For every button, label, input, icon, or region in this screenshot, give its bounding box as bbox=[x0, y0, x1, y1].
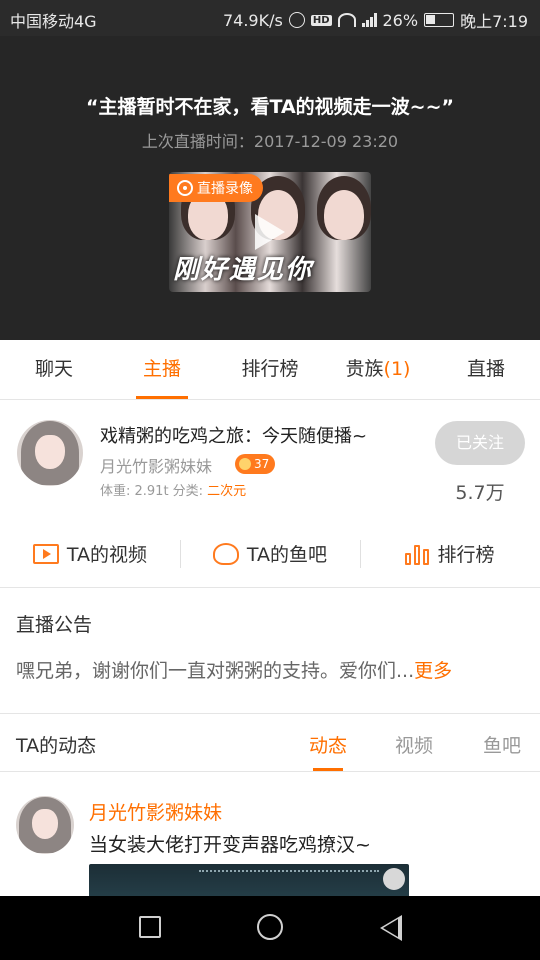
ta-fishbar-link[interactable]: TA的鱼吧 bbox=[180, 520, 360, 587]
post-avatar[interactable] bbox=[16, 796, 74, 854]
level-icon bbox=[239, 458, 251, 470]
net-speed: 74.9K/s bbox=[222, 10, 283, 30]
tab-label: 聊天 bbox=[34, 358, 73, 380]
home-button[interactable] bbox=[257, 914, 283, 940]
battery-icon bbox=[424, 13, 455, 27]
battery-percent: 26% bbox=[382, 10, 419, 30]
tab-anchor[interactable]: 主播 bbox=[108, 340, 216, 399]
battery-fill bbox=[426, 15, 434, 24]
more-link[interactable]: 更多 bbox=[414, 660, 452, 682]
level-value: 37 bbox=[254, 457, 270, 471]
announcement-text-row: 嘿兄弟，谢谢你们一直对粥粥的支持。爱你们...更多 bbox=[16, 656, 452, 683]
offline-hero: “主播暂时不在家，看TA的视频走一波~~” 上次直播时间：2017-12-09 … bbox=[0, 36, 540, 340]
alarm-icon bbox=[288, 12, 305, 28]
thumb-cam-overlay bbox=[383, 868, 405, 890]
bar-chart-icon bbox=[405, 543, 430, 565]
film-reel-icon bbox=[177, 180, 193, 196]
live-replay-label: 直播录像 bbox=[197, 181, 253, 197]
status-icons: 74.9K/s HD 26% 晚上7:19 bbox=[223, 8, 528, 32]
thumb-decoration bbox=[199, 870, 379, 872]
dynamics-post[interactable]: 月光竹影粥妹妹 当女装大佬打开变声器吃鸡撩汉~ bbox=[0, 772, 540, 896]
tab-label: 贵族 bbox=[345, 358, 384, 380]
video-thumb-face bbox=[324, 190, 364, 240]
post-video-thumbnail[interactable] bbox=[89, 864, 409, 896]
announcement-text: 嘿兄弟，谢谢你们一直对粥粥的支持。爱你们... bbox=[16, 660, 415, 682]
tab-label: 主播 bbox=[142, 358, 181, 380]
live-replay-tag: 直播录像 bbox=[169, 174, 263, 202]
tab-live[interactable]: 直播 bbox=[432, 340, 540, 399]
anchor-name[interactable]: 月光竹影粥妹妹 bbox=[100, 453, 212, 477]
post-author[interactable]: 月光竹影粥妹妹 bbox=[89, 798, 222, 825]
quick-links: TA的视频 TA的鱼吧 排行榜 bbox=[0, 520, 540, 588]
tab-videos[interactable]: 视频 bbox=[395, 731, 433, 758]
play-icon[interactable] bbox=[255, 214, 285, 250]
back-button[interactable] bbox=[380, 915, 402, 941]
signal-icon bbox=[361, 13, 377, 27]
avatar-face bbox=[32, 808, 58, 839]
weight-label: 体重: 2.91t 分类: bbox=[100, 484, 204, 499]
tab-dynamics[interactable]: 动态 bbox=[309, 731, 347, 771]
room-title: 戏精粥的吃鸡之旅：今天随便播~ bbox=[100, 426, 368, 447]
clock: 晚上7:19 bbox=[460, 12, 528, 31]
ta-fishbar-label: TA的鱼吧 bbox=[246, 544, 328, 566]
ranking-link[interactable]: 排行榜 bbox=[360, 520, 540, 587]
room-tabs: 聊天 主播 排行榜 贵族(1) 直播 bbox=[0, 340, 540, 400]
avatar[interactable] bbox=[17, 420, 83, 486]
tab-ranking[interactable]: 排行榜 bbox=[216, 340, 324, 399]
wifi-icon bbox=[337, 13, 356, 27]
dynamics-title: TA的动态 bbox=[16, 735, 97, 757]
system-nav-bar bbox=[0, 896, 540, 960]
replay-video-card[interactable]: 刚好遇见你 直播录像 bbox=[169, 172, 371, 292]
avatar-face bbox=[35, 434, 65, 469]
offline-message: “主播暂时不在家，看TA的视频走一波~~” bbox=[85, 96, 454, 118]
tab-chat[interactable]: 聊天 bbox=[0, 340, 108, 399]
tab-nobility[interactable]: 贵族(1) bbox=[324, 340, 432, 399]
anchor-info: 戏精粥的吃鸡之旅：今天随便播~ 月光竹影粥妹妹 37 体重: 2.91t 分类:… bbox=[0, 400, 540, 520]
live-announcement: 直播公告 嘿兄弟，谢谢你们一直对粥粥的支持。爱你们...更多 bbox=[0, 588, 540, 714]
dynamics-header: TA的动态 动态 视频 鱼吧 bbox=[0, 714, 540, 772]
category-link[interactable]: 二次元 bbox=[207, 484, 246, 499]
nobility-count: (1) bbox=[383, 358, 411, 380]
tab-label: 直播 bbox=[466, 358, 505, 380]
carrier-label: 中国移动4G bbox=[10, 12, 97, 31]
video-caption: 刚好遇见你 bbox=[173, 255, 314, 285]
recent-apps-button[interactable] bbox=[139, 916, 161, 938]
anchor-stats: 体重: 2.91t 分类: 二次元 bbox=[100, 480, 246, 499]
level-badge: 37 bbox=[235, 454, 276, 474]
ta-videos-label: TA的视频 bbox=[66, 544, 148, 566]
tab-label: 排行榜 bbox=[241, 358, 299, 380]
tab-fishbar[interactable]: 鱼吧 bbox=[483, 731, 521, 758]
ta-videos-link[interactable]: TA的视频 bbox=[0, 520, 180, 587]
follower-count: 5.7万 bbox=[455, 482, 505, 504]
video-icon bbox=[32, 543, 59, 564]
fishbar-icon bbox=[212, 542, 239, 565]
hd-icon: HD bbox=[310, 14, 332, 26]
ranking-label: 排行榜 bbox=[437, 544, 495, 566]
post-text: 当女装大佬打开变声器吃鸡撩汉~ bbox=[89, 834, 371, 856]
last-live-time: 上次直播时间：2017-12-09 23:20 bbox=[141, 132, 399, 151]
status-bar: 中国移动4G 74.9K/s HD 26% 晚上7:19 bbox=[0, 0, 540, 36]
announcement-title: 直播公告 bbox=[16, 614, 93, 636]
follow-button[interactable]: 已关注 bbox=[435, 421, 525, 465]
